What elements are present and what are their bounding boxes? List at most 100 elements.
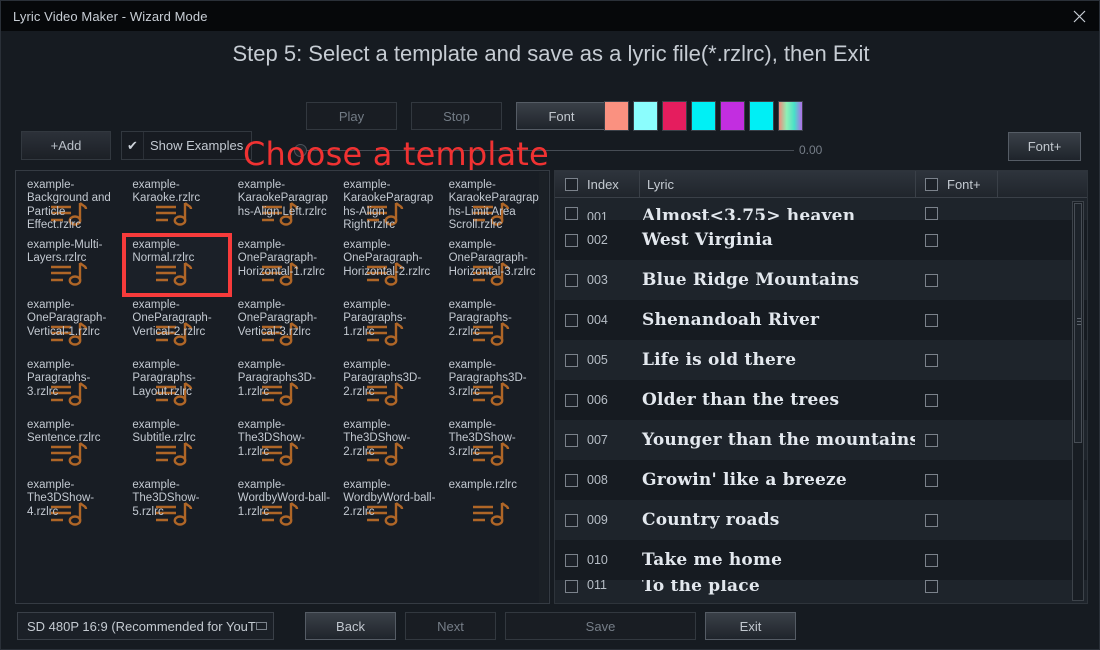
template-item[interactable]: example-OneParagraph-Horizontal-3.rzlrc — [441, 235, 546, 295]
template-item[interactable]: example-Paragraphs-3.rzlrc — [19, 355, 124, 415]
row-select-checkbox[interactable] — [555, 580, 587, 593]
color-swatch-7[interactable] — [778, 101, 803, 131]
row-select-checkbox[interactable] — [555, 313, 587, 327]
column-header-lyric[interactable]: Lyric — [639, 171, 915, 198]
font-select-all-checkbox[interactable] — [915, 171, 947, 198]
column-header-font[interactable]: Font+ — [947, 177, 997, 192]
template-item[interactable]: example-The3DShow-4.rzlrc — [19, 475, 124, 535]
color-swatch-5[interactable] — [720, 101, 745, 131]
table-row[interactable]: 002 West Virginia — [555, 220, 1087, 260]
template-item[interactable]: example-Sentence.rzlrc — [19, 415, 124, 475]
row-lyric-text[interactable]: Almost<3.75> heaven — [639, 206, 915, 220]
row-select-checkbox[interactable] — [555, 353, 587, 367]
row-font-checkbox[interactable] — [915, 513, 947, 527]
color-swatch-2[interactable] — [633, 101, 658, 131]
table-row[interactable]: 005 Life is old there — [555, 340, 1087, 380]
show-examples-checkbox[interactable]: ✔ Show Examples — [121, 131, 253, 160]
template-item[interactable]: example.rzlrc — [441, 475, 546, 535]
row-select-checkbox[interactable] — [555, 233, 587, 247]
back-button[interactable]: Back — [305, 612, 396, 640]
row-font-checkbox[interactable] — [915, 207, 947, 220]
table-row[interactable]: 003 Blue Ridge Mountains — [555, 260, 1087, 300]
color-swatch-6[interactable] — [749, 101, 774, 131]
template-item[interactable]: example-Paragraphs3D-3.rzlrc — [441, 355, 546, 415]
template-item[interactable]: example-KaraokeParagraphs-Limit Area Scr… — [441, 175, 546, 235]
template-item[interactable]: example-The3DShow-5.rzlrc — [124, 475, 229, 535]
column-header-index[interactable]: Index — [587, 177, 639, 192]
row-font-checkbox[interactable] — [915, 393, 947, 407]
template-item[interactable]: example-KaraokeParagraphs-Align Right.rz… — [335, 175, 440, 235]
row-select-checkbox[interactable] — [555, 553, 587, 567]
template-item[interactable]: example-The3DShow-2.rzlrc — [335, 415, 440, 475]
font-button[interactable]: Font — [516, 102, 607, 130]
table-row[interactable]: 006 Older than the trees — [555, 380, 1087, 420]
template-item[interactable]: example-WordbyWord-ball-2.rzlrc — [335, 475, 440, 535]
template-item[interactable]: example-Background and Particle Effect.r… — [19, 175, 124, 235]
template-item[interactable]: example-OneParagraph-Vertical-3.rzlrc — [230, 295, 335, 355]
template-item[interactable]: example-Paragraphs3D-1.rzlrc — [230, 355, 335, 415]
row-lyric-text[interactable]: Blue Ridge Mountains — [639, 270, 915, 290]
row-select-checkbox[interactable] — [555, 207, 587, 220]
template-item[interactable]: example-Normal.rzlrc — [122, 233, 232, 297]
color-swatch-1[interactable] — [604, 101, 629, 131]
color-swatch-3[interactable] — [662, 101, 687, 131]
save-button[interactable]: Save — [505, 612, 696, 640]
lyric-table-scrollbar[interactable] — [1072, 201, 1084, 601]
template-item[interactable]: example-Multi-Layers.rzlrc — [19, 235, 124, 295]
row-lyric-text[interactable]: Life is old there — [639, 350, 915, 370]
row-select-checkbox[interactable] — [555, 513, 587, 527]
table-row[interactable]: 008 Growin' like a breeze — [555, 460, 1087, 500]
row-lyric-text[interactable]: Take me home — [639, 550, 915, 570]
template-item[interactable]: example-OneParagraph-Horizontal-1.rzlrc — [230, 235, 335, 295]
row-font-checkbox[interactable] — [915, 313, 947, 327]
row-font-checkbox[interactable] — [915, 433, 947, 447]
close-icon[interactable] — [1057, 1, 1099, 31]
template-item[interactable]: example-OneParagraph-Vertical-2.rzlrc — [124, 295, 229, 355]
template-item[interactable]: example-Subtitle.rzlrc — [124, 415, 229, 475]
table-row[interactable]: 010 Take me home — [555, 540, 1087, 580]
template-item[interactable]: example-KaraokeParagraphs-Align Left.rzl… — [230, 175, 335, 235]
template-item[interactable]: example-Paragraphs3D-2.rzlrc — [335, 355, 440, 415]
font-plus-button[interactable]: Font+ — [1008, 132, 1081, 161]
add-button[interactable]: +Add — [21, 131, 111, 160]
row-font-checkbox[interactable] — [915, 580, 947, 593]
row-font-checkbox[interactable] — [915, 233, 947, 247]
row-lyric-text[interactable]: Country roads — [639, 510, 915, 530]
template-item[interactable]: example-Paragraphs-1.rzlrc — [335, 295, 440, 355]
next-button[interactable]: Next — [405, 612, 496, 640]
row-lyric-text[interactable]: Shenandoah River — [639, 310, 915, 330]
resolution-select[interactable]: SD 480P 16:9 (Recommended for YouTube) — [17, 612, 274, 640]
row-lyric-text[interactable]: Older than the trees — [639, 390, 915, 410]
row-lyric-text[interactable]: To the place — [639, 580, 915, 596]
row-lyric-text[interactable]: Growin' like a breeze — [639, 470, 915, 490]
row-font-checkbox[interactable] — [915, 273, 947, 287]
row-select-checkbox[interactable] — [555, 273, 587, 287]
color-swatch-4[interactable] — [691, 101, 716, 131]
play-button[interactable]: Play — [306, 102, 397, 130]
row-font-checkbox[interactable] — [915, 473, 947, 487]
row-lyric-text[interactable]: Younger than the mountains — [639, 430, 915, 450]
lyric-table-panel[interactable]: Index Lyric Font+ 001 Almost<3.75> heaven… — [554, 170, 1088, 604]
row-select-checkbox[interactable] — [555, 473, 587, 487]
table-row[interactable]: 001 Almost<3.75> heaven — [555, 198, 1087, 220]
template-item[interactable]: example-The3DShow-1.rzlrc — [230, 415, 335, 475]
table-row[interactable]: 007 Younger than the mountains — [555, 420, 1087, 460]
template-item[interactable]: example-OneParagraph-Horizontal-2.rzlrc — [335, 235, 440, 295]
table-row[interactable]: 004 Shenandoah River — [555, 300, 1087, 340]
template-item[interactable]: example-Karaoke.rzlrc — [124, 175, 229, 235]
row-lyric-text[interactable]: West Virginia — [639, 230, 915, 250]
table-row[interactable]: 011 To the place — [555, 580, 1087, 603]
template-item[interactable]: example-Paragraphs-2.rzlrc — [441, 295, 546, 355]
table-row[interactable]: 009 Country roads — [555, 500, 1087, 540]
row-font-checkbox[interactable] — [915, 553, 947, 567]
stop-button[interactable]: Stop — [411, 102, 502, 130]
row-font-checkbox[interactable] — [915, 353, 947, 367]
template-item[interactable]: example-OneParagraph-Vertical-1.rzlrc — [19, 295, 124, 355]
template-list-panel[interactable]: example-Background and Particle Effect.r… — [15, 170, 550, 604]
template-item[interactable]: example-WordbyWord-ball-1.rzlrc — [230, 475, 335, 535]
template-item[interactable]: example-The3DShow-3.rzlrc — [441, 415, 546, 475]
select-all-checkbox[interactable] — [555, 177, 587, 191]
scrollbar-thumb[interactable] — [1074, 203, 1082, 443]
exit-button[interactable]: Exit — [705, 612, 796, 640]
template-item[interactable]: example-Paragraphs-Layout.rzlrc — [124, 355, 229, 415]
